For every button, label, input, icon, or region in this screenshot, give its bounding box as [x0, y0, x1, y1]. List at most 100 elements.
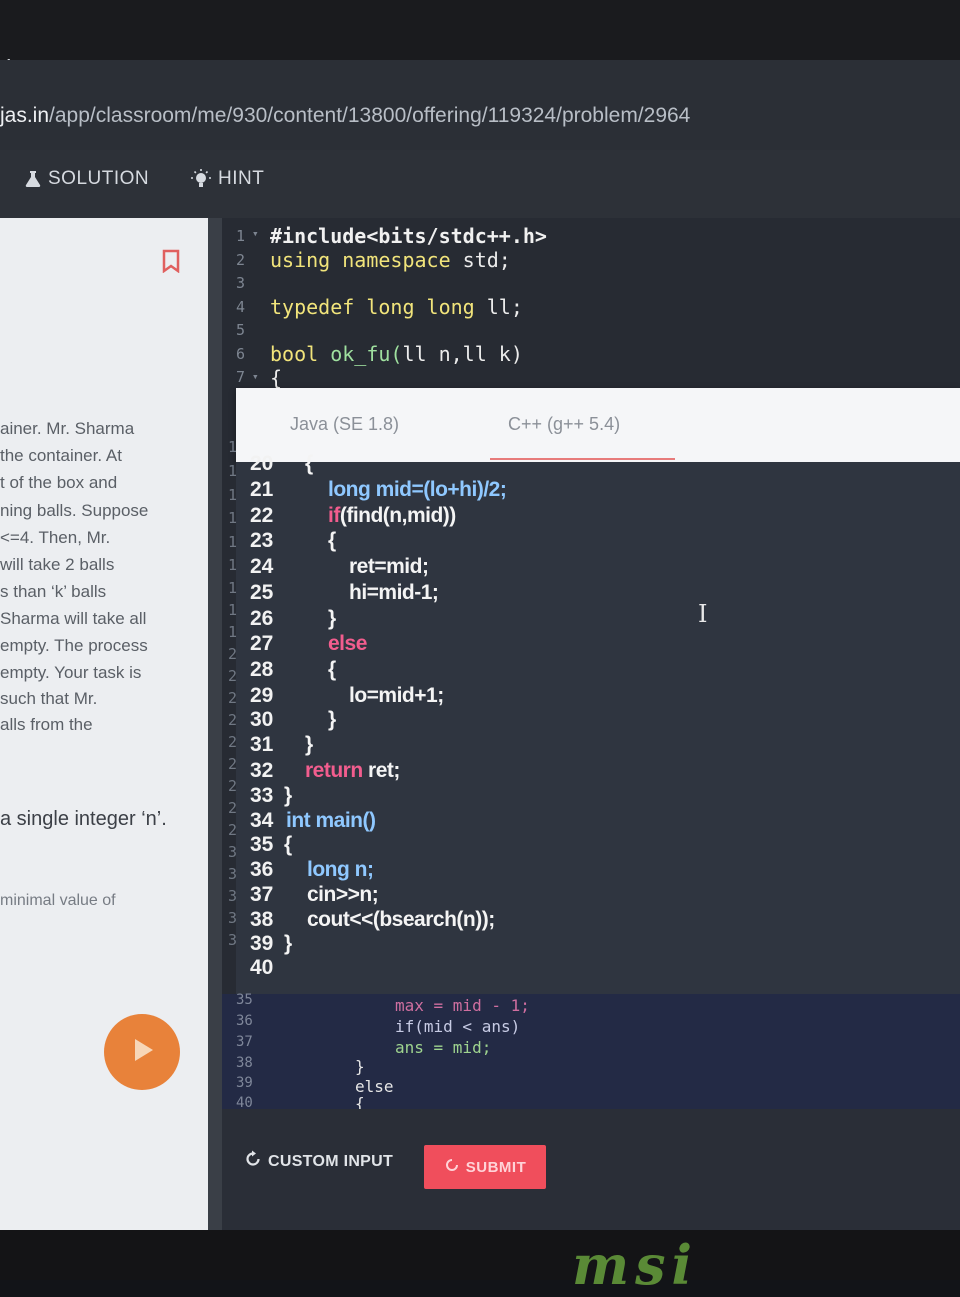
- flask-icon: [24, 170, 42, 188]
- code-line: {: [328, 529, 336, 552]
- line-number: 4: [236, 298, 246, 316]
- code-line: }: [328, 607, 336, 630]
- line-number: 26: [250, 607, 274, 630]
- line-number: 6: [236, 345, 246, 363]
- line-number: 34: [250, 809, 274, 832]
- code-token: (find(n,mid)): [339, 504, 456, 527]
- problem-text-line: alls from the: [0, 715, 93, 734]
- code-token: namespace: [330, 248, 463, 272]
- tab-hint-label: HINT: [218, 168, 265, 189]
- gutter-digit: 2: [228, 733, 238, 751]
- code-keyword: int: [286, 809, 311, 832]
- gutter-digit: 1: [228, 579, 238, 597]
- line-number: 27: [250, 632, 274, 655]
- line-number: 2: [236, 251, 246, 269]
- gutter-digit: 2: [228, 667, 238, 685]
- code-line: }: [328, 708, 336, 731]
- code-token: bool: [270, 342, 319, 366]
- pane-divider[interactable]: [208, 218, 222, 1230]
- editor-lower-region[interactable]: [222, 994, 960, 1109]
- gutter-digit: 2: [228, 689, 238, 707]
- language-option-java[interactable]: Java (SE 1.8): [290, 414, 399, 435]
- code-line: cout<<(bsearch(n));: [307, 908, 495, 931]
- line-number: 38: [236, 1055, 253, 1071]
- gutter-digit: 2: [228, 755, 238, 773]
- fold-arrow-icon[interactable]: ▾: [252, 227, 259, 240]
- code-line: long n;: [307, 858, 374, 881]
- tab-solution-label: SOLUTION: [48, 168, 150, 189]
- code-keyword: return: [305, 759, 363, 782]
- gutter-digit: 3: [228, 931, 238, 949]
- url-text[interactable]: jas.in/app/classroom/me/930/content/1380…: [0, 104, 690, 128]
- line-number: 23: [250, 529, 274, 552]
- line-number: 1: [236, 227, 246, 245]
- code-token: std;: [462, 248, 511, 272]
- line-number: 40: [250, 956, 274, 979]
- monitor-bottom-bezel: [0, 1230, 960, 1280]
- url-domain: jas.in: [0, 104, 50, 127]
- gutter-digit: 2: [228, 645, 238, 663]
- fold-arrow-icon[interactable]: ▾: [252, 370, 259, 383]
- lightbulb-icon: [190, 168, 212, 190]
- tab-hint[interactable]: HINT: [190, 168, 264, 190]
- bookmark-icon[interactable]: [162, 249, 180, 278]
- code-keyword: if: [328, 504, 340, 527]
- line-number: 37: [236, 1034, 253, 1050]
- code-line: #include<bits/stdc++.h>: [270, 224, 547, 248]
- input-format-text: a single integer ‘n’.: [0, 808, 167, 830]
- problem-text-line: ainer. Mr. Sharma: [0, 419, 135, 438]
- line-number: 30: [250, 708, 274, 731]
- line-number: 32: [250, 759, 274, 782]
- problem-text-line: empty. The process: [0, 636, 148, 655]
- gutter-digit: 3: [228, 865, 238, 883]
- code-token: typedef: [270, 295, 355, 319]
- line-number: 29: [250, 684, 274, 707]
- code-token: ok_fu(: [318, 342, 403, 366]
- line-number: 31: [250, 733, 274, 756]
- problem-text-line: ning balls. Suppose: [0, 501, 149, 520]
- code-line: }: [284, 932, 292, 955]
- code-line: ret=mid;: [349, 555, 429, 578]
- submit-button[interactable]: SUBMIT: [424, 1145, 546, 1189]
- gutter-digit: 3: [228, 887, 238, 905]
- monitor-top-bezel: [0, 0, 960, 60]
- custom-input-label: CUSTOM INPUT: [268, 1152, 394, 1170]
- line-number: 35: [236, 992, 253, 1008]
- code-line: using namespace std;: [270, 248, 511, 272]
- gutter-digit: 1: [228, 509, 238, 527]
- gutter-digit: 2: [228, 821, 238, 839]
- gutter-digit: 2: [228, 799, 238, 817]
- code-line: if(mid < ans): [395, 1017, 521, 1036]
- line-number: 21: [250, 478, 274, 501]
- line-number: 39: [236, 1075, 253, 1091]
- code-token: ret;: [362, 759, 400, 782]
- line-number: 5: [236, 321, 246, 339]
- url-path: /app/classroom/me/930/content/13800/offe…: [49, 104, 691, 127]
- line-number: 28: [250, 658, 274, 681]
- line-number: 37: [250, 883, 274, 906]
- gutter-digit: 2: [228, 711, 238, 729]
- problem-text-line: Sharma will take all: [0, 609, 147, 628]
- code-line: bool ok_fu(ll n,ll k): [270, 342, 523, 366]
- play-video-button[interactable]: [104, 1014, 180, 1090]
- gutter-digit: 1: [228, 486, 238, 504]
- code-line: return ret;: [305, 759, 400, 783]
- play-icon: [127, 1035, 157, 1070]
- code-line: }: [355, 1057, 365, 1076]
- gutter-digit: 1: [228, 623, 238, 641]
- line-number: 35: [250, 833, 274, 856]
- tab-solution[interactable]: SOLUTION: [24, 168, 149, 190]
- problem-pane: ainer. Mr. Sharma the container. At t of…: [0, 218, 208, 1230]
- language-option-cpp[interactable]: C++ (g++ 5.4): [508, 414, 620, 435]
- custom-input-button[interactable]: CUSTOM INPUT: [244, 1150, 393, 1173]
- line-number: 22: [250, 504, 274, 527]
- code-line: }: [284, 784, 292, 807]
- output-format-text: minimal value of: [0, 892, 116, 909]
- code-line: int main(): [286, 809, 376, 833]
- line-number: 24: [250, 555, 274, 578]
- code-line: {: [305, 452, 313, 475]
- problem-text-line: will take 2 balls: [0, 555, 115, 574]
- line-number: 3: [236, 274, 246, 292]
- problem-text-line: the container. At: [0, 446, 122, 465]
- code-line: typedef long long ll;: [270, 295, 523, 319]
